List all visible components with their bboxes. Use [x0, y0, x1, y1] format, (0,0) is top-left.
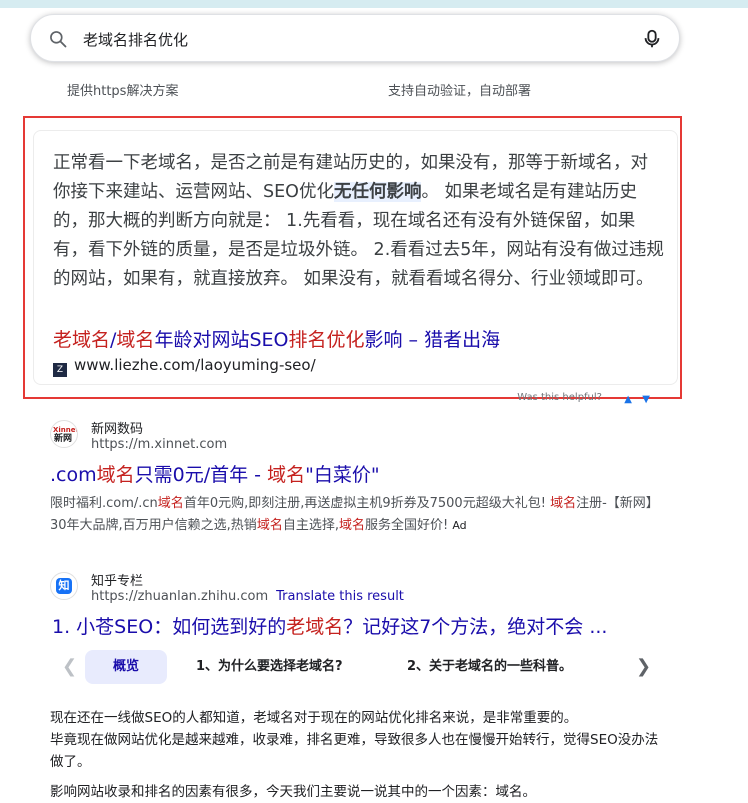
thumbs-down-icon[interactable]: ▼ — [642, 394, 650, 405]
desc-keyword: 域名 — [550, 496, 577, 511]
desc-keyword: 域名 — [157, 496, 184, 511]
title-keyword: 老域名 — [53, 329, 111, 351]
search-input[interactable]: 老域名排名优化 — [83, 29, 188, 50]
desc-keyword: 域名 — [256, 518, 283, 533]
desc-text: 首年0元购,即刻注册,再送虚拟主机9折券及7500元超级大礼包! — [183, 496, 551, 511]
title-keyword: 排名优化 — [288, 329, 365, 351]
search-result-xinnet: Xinnet 新网 新网数码 https://m.xinnet.com .com… — [50, 420, 710, 540]
title-text: ？记好这7个方法，绝对不会 ... — [343, 616, 608, 638]
desc-text: 自主选择, — [282, 518, 339, 533]
site-url[interactable]: https://zhuanlan.zhihu.com Translate this… — [91, 589, 404, 604]
featured-snippet-card: 正常看一下老域名，是否之前是有建站历史的，如果没有，那等于新域名，对你接下来建站… — [33, 130, 678, 385]
title-text: "白菜价" — [305, 464, 380, 486]
title-text: .com — [50, 464, 97, 486]
thumbs-up-icon[interactable]: ▲ — [624, 394, 632, 405]
title-text: 年龄对网站SEO — [154, 329, 289, 351]
url-text: www.liezhe.com/laoyuming-seo/ — [74, 356, 316, 374]
section-tabs: ❮ 概览 1、为什么要选择老域名? 2、关于老域名的一些科普。 ❯ — [50, 650, 670, 688]
search-icon — [50, 31, 67, 48]
title-keyword: 域名 — [267, 464, 306, 486]
xinnet-favicon: Xinnet 新网 — [50, 420, 78, 448]
result-description: 限时福利.com/.cn域名首年0元购,即刻注册,再送虚拟主机9折券及7500元… — [50, 493, 660, 537]
featured-result-url[interactable]: Zwww.liezhe.com/laoyuming-seo/ — [53, 356, 316, 377]
site-url[interactable]: https://m.xinnet.com — [91, 437, 227, 452]
article-paragraph: 现在还在一线做SEO的人都知道，老域名对于现在的网站优化排名来说，是非常重要的。 — [50, 710, 578, 726]
site-favicon: Z — [53, 363, 67, 377]
title-text: 影响 – 猎者出海 — [364, 329, 501, 351]
chevron-right-icon[interactable]: ❯ — [636, 656, 651, 677]
previous-right-subtitle: 支持自动验证，自动部署 — [388, 84, 532, 99]
featured-result-title-link[interactable]: 老域名/域名年龄对网站SEO排名优化影响 – 猎者出海 — [53, 325, 500, 352]
featured-snippet-highlight-frame: 正常看一下老域名，是否之前是有建站历史的，如果没有，那等于新域名，对你接下来建站… — [23, 116, 682, 405]
previous-result-fragment: 提供https解决方案 支持自动验证，自动部署 — [0, 52, 748, 100]
site-name: 知乎专栏 — [91, 574, 144, 589]
desc-text: 限时福利.com/.cn — [50, 496, 158, 511]
browser-top-strip — [0, 0, 748, 8]
translate-link[interactable]: Translate this result — [276, 589, 404, 604]
featured-snippet-text: 正常看一下老域名，是否之前是有建站历史的，如果没有，那等于新域名，对你接下来建站… — [53, 149, 665, 294]
snippet-bold-text: 无任何影响 — [333, 182, 422, 202]
desc-keyword: 域名 — [338, 518, 365, 533]
search-result-zhihu: 知 知乎专栏 https://zhuanlan.zhihu.com Transla… — [50, 572, 710, 800]
title-keyword: 老域名 — [286, 616, 344, 638]
previous-left-subtitle: 提供https解决方案 — [67, 84, 179, 99]
tab-old-domain-basics[interactable]: 2、关于老域名的一些科普。 — [407, 650, 572, 684]
chevron-left-icon[interactable]: ❮ — [62, 656, 77, 677]
zhihu-logo-glyph: 知 — [56, 578, 72, 594]
url-text: https://zhuanlan.zhihu.com — [91, 589, 269, 604]
article-paragraph: 毕竟现在做网站优化是越来越难，收录难，排名更难，导致很多人也在慢慢开始转行，觉得… — [50, 732, 659, 770]
article-preview: 现在还在一线做SEO的人都知道，老域名对于现在的网站优化排名来说，是非常重要的。… — [50, 707, 670, 803]
result-title-link[interactable]: 1. 小苍SEO：如何选到好的老域名？记好这7个方法，绝对不会 ... — [52, 612, 607, 639]
title-text: 只需0元/首年 - — [134, 464, 268, 486]
desc-text: 服务全国好价! — [364, 518, 453, 533]
ad-badge: Ad — [452, 519, 467, 532]
result-title-link[interactable]: .com域名只需0元/首年 - 域名"白菜价" — [50, 460, 380, 487]
helpful-label: Was this helpful? — [517, 392, 602, 403]
site-name: 新网数码 — [91, 422, 144, 437]
tab-overview[interactable]: 概览 — [85, 650, 168, 684]
title-text: 1. 小苍SEO：如何选到好的 — [52, 616, 287, 638]
zhihu-favicon: 知 — [50, 572, 78, 600]
title-keyword: 域名 — [116, 329, 155, 351]
tab-why-old-domain[interactable]: 1、为什么要选择老域名? — [196, 650, 343, 684]
microphone-icon[interactable] — [641, 28, 663, 50]
title-keyword: 域名 — [96, 464, 135, 486]
article-paragraph: 影响网站收录和排名的因素有很多，今天我们主要说一说其中的一个因素：域名。 — [50, 784, 536, 800]
